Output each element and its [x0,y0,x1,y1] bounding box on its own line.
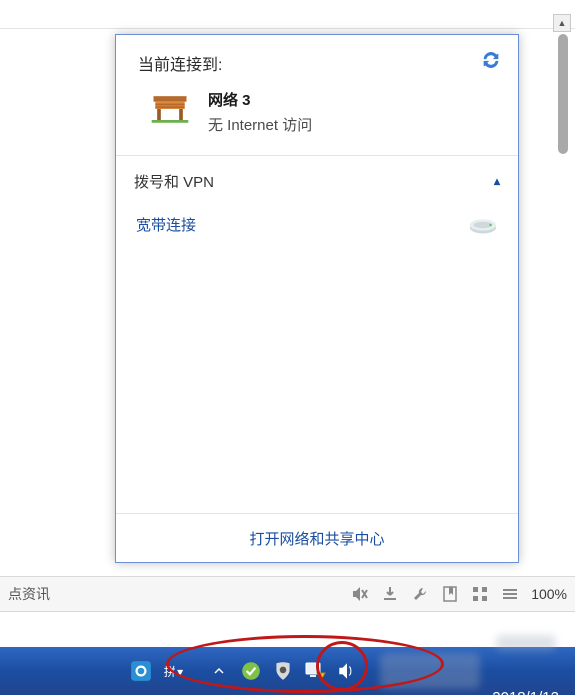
dialup-vpn-section: 拨号和 VPN ▴ 宽带连接 [116,155,518,250]
system-tray: 拼 ▾ ! [130,647,358,695]
security-tray-icon[interactable] [240,660,262,682]
volume-tray-icon[interactable] [336,660,358,682]
network-flyout: 当前连接到: 网络 3 无 Intern [115,34,519,563]
show-hidden-icons-button[interactable] [208,660,230,682]
obscured-time [496,635,556,651]
bench-icon [148,89,192,129]
taskbar-date: 2018/1/12 [492,689,559,695]
chevron-up-icon: ▴ [494,174,500,188]
svg-text:!: ! [320,674,322,681]
network-status: 无 Internet 访问 [208,114,312,135]
current-network-row[interactable]: 网络 3 无 Internet 访问 [138,89,500,135]
download-icon[interactable] [381,585,399,603]
qq-tray-icon[interactable] [130,660,152,682]
flyout-header: 当前连接到: 网络 3 无 Intern [116,35,518,155]
dialup-vpn-header[interactable]: 拨号和 VPN ▴ [134,160,500,202]
repair-icon[interactable] [411,585,429,603]
refresh-icon[interactable] [480,49,502,71]
page-divider [0,28,575,29]
news-label[interactable]: 点资讯 [8,584,50,604]
obscured-region [380,653,480,689]
modem-icon [468,213,498,235]
flyout-footer: 打开网络和共享中心 [116,513,518,562]
scrollbar-thumb[interactable] [558,34,568,154]
taskbar-clock[interactable]: 2018/1/12 [482,595,569,695]
antivirus-tray-icon[interactable] [272,660,294,682]
open-network-center-link[interactable]: 打开网络和共享中心 [249,528,384,549]
scroll-up-button[interactable]: ▲ [553,14,571,32]
network-name: 网络 3 [208,89,312,110]
taskbar: 拼 ▾ ! 2018/1/12 [0,647,575,695]
bookmark-icon[interactable] [441,585,459,603]
current-network-text: 网络 3 无 Internet 访问 [208,89,312,135]
language-tray-icon[interactable]: 拼 ▾ [162,660,184,682]
flyout-title: 当前连接到: [138,51,500,75]
section-label: 拨号和 VPN [134,171,214,192]
mute-icon[interactable] [351,585,369,603]
broadband-connection-item[interactable]: 宽带连接 [134,202,500,246]
connection-label: 宽带连接 [136,214,196,235]
network-tray-icon[interactable]: ! [304,660,326,682]
